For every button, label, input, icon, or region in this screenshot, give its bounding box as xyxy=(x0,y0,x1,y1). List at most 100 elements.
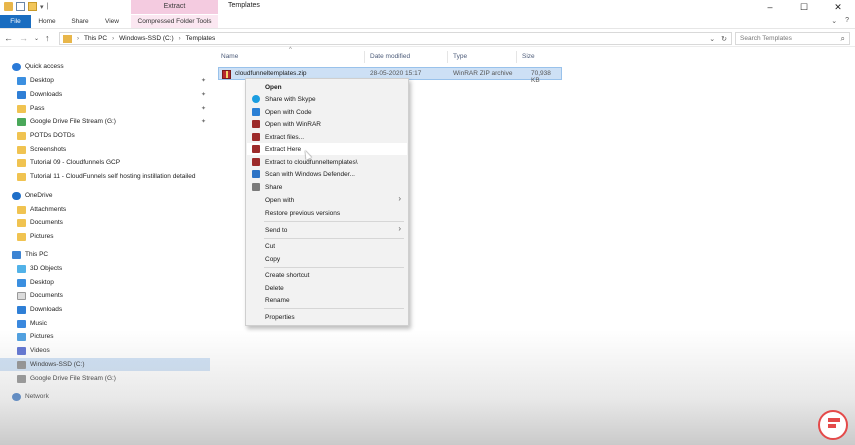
nav-label: Music xyxy=(30,320,47,327)
menu-label: Open with WinRAR xyxy=(265,120,321,128)
nav-item-tutorial-11[interactable]: Tutorial 11 - CloudFunnels self hosting … xyxy=(17,170,227,183)
forward-icon[interactable]: → xyxy=(19,33,28,43)
address-row: ← → ⌄ ↑ › This PC › Windows-SSD (C:) › T… xyxy=(0,30,855,47)
menu-label: Extract Here xyxy=(265,145,302,153)
minimize-icon[interactable]: – xyxy=(753,0,787,14)
chevron-right-icon[interactable]: › xyxy=(179,36,181,42)
properties-icon[interactable] xyxy=(16,2,25,11)
nav-item-google-drive[interactable]: Google Drive File Stream (G:) ✦ xyxy=(17,115,227,128)
nav-network[interactable]: Network xyxy=(12,390,222,403)
menu-item-open-winrar[interactable]: Open with WinRAR xyxy=(247,118,407,130)
maximize-icon[interactable]: ☐ xyxy=(787,0,821,14)
nav-label: Downloads xyxy=(30,306,63,313)
menu-item-cut[interactable]: Cut xyxy=(247,240,407,252)
up-icon[interactable]: ↑ xyxy=(45,33,50,43)
menu-item-open-code[interactable]: Open with Code xyxy=(247,106,407,118)
breadcrumb-this-pc[interactable]: This PC xyxy=(84,35,107,42)
close-icon[interactable]: ✕ xyxy=(821,0,855,14)
chevron-right-icon[interactable]: › xyxy=(112,36,114,42)
folder-icon xyxy=(17,205,26,214)
menu-item-properties[interactable]: Properties xyxy=(247,311,407,323)
nav-item-music[interactable]: Music xyxy=(17,317,227,330)
nav-item-pc-downloads[interactable]: Downloads xyxy=(17,303,227,316)
nav-item-downloads[interactable]: Downloads ✦ xyxy=(17,88,227,101)
tab-compressed-folder-tools[interactable]: Compressed Folder Tools xyxy=(131,15,218,28)
pin-icon[interactable]: ✦ xyxy=(201,105,206,112)
menu-item-scan-defender[interactable]: Scan with Windows Defender... xyxy=(247,168,407,180)
nav-quick-access[interactable]: Quick access xyxy=(12,60,222,73)
search-icon[interactable]: ⌕ xyxy=(841,33,845,44)
column-header-type[interactable]: Type xyxy=(453,53,467,60)
nav-item-potds[interactable]: POTDs DOTDs xyxy=(17,129,227,142)
nav-item-videos[interactable]: Videos xyxy=(17,344,227,357)
channel-logo-icon[interactable] xyxy=(818,410,848,440)
file-date: 28-05-2020 15:17 xyxy=(370,70,422,77)
menu-item-create-shortcut[interactable]: Create shortcut xyxy=(247,269,407,281)
breadcrumb-templates[interactable]: Templates xyxy=(186,35,216,42)
menu-item-open-with[interactable]: Open with › xyxy=(247,194,407,206)
menu-label: Extract files... xyxy=(265,133,305,141)
nav-this-pc[interactable]: This PC xyxy=(12,248,222,261)
sort-caret-icon: ^ xyxy=(289,47,292,53)
back-icon[interactable]: ← xyxy=(4,33,13,43)
folder-icon[interactable] xyxy=(4,2,13,11)
menu-item-delete[interactable]: Delete xyxy=(247,282,407,294)
nav-item-windows-ssd[interactable]: Windows-SSD (C:) xyxy=(0,358,210,371)
breadcrumb-drive[interactable]: Windows-SSD (C:) xyxy=(119,35,174,42)
nav-item-screenshots[interactable]: Screenshots xyxy=(17,143,227,156)
nav-item-pc-documents[interactable]: Documents xyxy=(17,289,227,302)
nav-item-attachments[interactable]: Attachments xyxy=(17,203,227,216)
nav-item-desktop[interactable]: Desktop ✦ xyxy=(17,74,227,87)
nav-item-pass[interactable]: Pass ✦ xyxy=(17,102,227,115)
desktop-icon xyxy=(17,76,26,85)
qat-dropdown-icon[interactable]: ▾ xyxy=(40,3,44,11)
recent-locations-icon[interactable]: ⌄ xyxy=(34,35,39,42)
chevron-right-icon[interactable]: › xyxy=(77,36,79,42)
nav-label: Desktop xyxy=(30,279,54,286)
nav-item-3d-objects[interactable]: 3D Objects xyxy=(17,262,227,275)
nav-item-pc-pictures[interactable]: Pictures xyxy=(17,330,227,343)
address-bar[interactable]: › This PC › Windows-SSD (C:) › Templates… xyxy=(59,32,732,45)
menu-item-extract-files[interactable]: Extract files... xyxy=(247,131,407,143)
menu-item-share-skype[interactable]: Share with Skype xyxy=(247,93,407,105)
menu-item-extract-here[interactable]: Extract Here xyxy=(247,143,407,155)
video-icon xyxy=(17,346,26,355)
tab-file[interactable]: File xyxy=(0,15,31,28)
column-header-date[interactable]: Date modified xyxy=(370,53,410,60)
nav-label: Quick access xyxy=(25,63,64,70)
help-icon[interactable]: ? xyxy=(845,17,849,25)
expand-ribbon-icon[interactable]: ⌄ xyxy=(831,17,837,25)
nav-item-od-documents[interactable]: Documents xyxy=(17,216,227,229)
nav-item-od-pictures[interactable]: Pictures xyxy=(17,230,227,243)
menu-item-extract-to[interactable]: Extract to cloudfunneltemplates\ xyxy=(247,156,407,168)
pin-icon[interactable]: ✦ xyxy=(201,118,206,125)
window-controls: – ☐ ✕ xyxy=(753,0,855,14)
column-divider[interactable] xyxy=(364,51,365,63)
desktop-icon xyxy=(17,278,26,287)
tab-home[interactable]: Home xyxy=(32,15,62,28)
nav-item-pc-desktop[interactable]: Desktop xyxy=(17,276,227,289)
menu-item-share[interactable]: Share xyxy=(247,181,407,193)
pin-icon[interactable]: ✦ xyxy=(201,77,206,84)
column-header-size[interactable]: Size xyxy=(522,53,535,60)
chevron-down-icon[interactable]: ⌄ xyxy=(709,35,715,43)
tab-view[interactable]: View xyxy=(98,15,126,28)
menu-separator xyxy=(264,308,404,309)
new-folder-icon[interactable] xyxy=(28,2,37,11)
nav-item-pc-google-drive[interactable]: Google Drive File Stream (G:) xyxy=(17,372,227,385)
nav-onedrive[interactable]: OneDrive xyxy=(12,189,222,202)
menu-item-restore-versions[interactable]: Restore previous versions xyxy=(247,207,407,219)
column-divider[interactable] xyxy=(516,51,517,63)
nav-item-tutorial-09[interactable]: Tutorial 09 - Cloudfunnels GCP xyxy=(17,156,227,169)
menu-item-rename[interactable]: Rename xyxy=(247,294,407,306)
pin-icon[interactable]: ✦ xyxy=(201,91,206,98)
menu-item-copy[interactable]: Copy xyxy=(247,253,407,265)
nav-label: Pass xyxy=(30,105,45,112)
search-input[interactable]: Search Templates ⌕ xyxy=(735,32,850,45)
menu-item-open[interactable]: Open xyxy=(247,81,407,93)
refresh-icon[interactable]: ↻ xyxy=(721,35,727,43)
menu-item-send-to[interactable]: Send to › xyxy=(247,224,407,236)
tab-share[interactable]: Share xyxy=(64,15,96,28)
column-header-name[interactable]: Name xyxy=(221,53,238,60)
column-divider[interactable] xyxy=(447,51,448,63)
